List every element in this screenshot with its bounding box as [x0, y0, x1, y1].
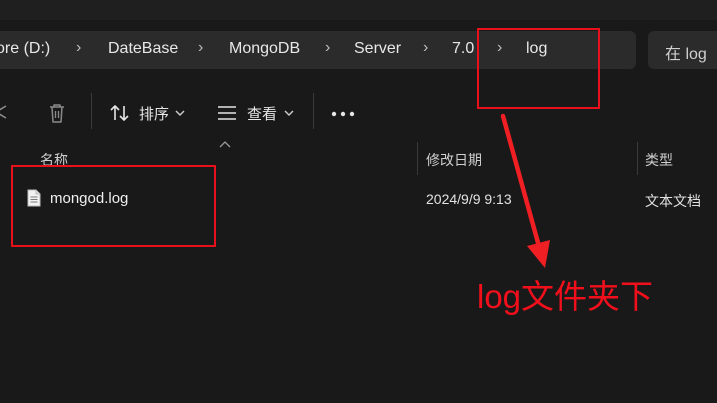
chevron-down-icon[interactable]	[175, 109, 185, 117]
breadcrumb-mongodb[interactable]: MongoDB	[229, 40, 300, 58]
toolbar-divider	[91, 93, 92, 129]
file-type: 文本文档	[645, 193, 701, 209]
breadcrumb-version[interactable]: 7.0	[452, 40, 474, 58]
column-header-modified[interactable]: 修改日期	[426, 150, 482, 170]
toolbar-divider	[313, 93, 314, 129]
chevron-right-icon[interactable]: ›	[76, 39, 81, 57]
sort-button[interactable]: 排序	[139, 103, 169, 124]
view-icon[interactable]	[217, 105, 237, 121]
column-header-type[interactable]: 类型	[645, 150, 673, 170]
share-icon[interactable]	[0, 102, 10, 122]
chevron-right-icon[interactable]: ›	[198, 39, 203, 57]
sort-icon[interactable]	[109, 103, 131, 123]
annotation-label: log文件夹下	[477, 278, 654, 315]
title-strip	[0, 0, 717, 20]
chevron-right-icon[interactable]: ›	[423, 39, 428, 57]
breadcrumb-server[interactable]: Server	[354, 40, 401, 58]
highlight-box-file	[11, 165, 216, 247]
annotation-arrow-icon	[500, 113, 550, 268]
breadcrumb-drive[interactable]: ore (D:)	[0, 40, 50, 58]
column-divider[interactable]	[417, 142, 418, 175]
chevron-right-icon[interactable]: ›	[325, 39, 330, 57]
breadcrumb-datebase[interactable]: DateBase	[108, 40, 178, 58]
search-input[interactable]: 在 log	[648, 31, 717, 69]
sort-ascending-icon	[219, 140, 231, 148]
column-divider[interactable]	[637, 142, 638, 175]
more-options-icon[interactable]	[331, 111, 355, 117]
search-placeholder: 在 log	[665, 46, 707, 63]
view-button[interactable]: 查看	[247, 103, 277, 124]
highlight-box-log-folder	[477, 28, 600, 109]
chevron-down-icon[interactable]	[284, 109, 294, 117]
delete-icon[interactable]	[47, 102, 67, 124]
command-bar: 排序 查看	[0, 86, 717, 141]
